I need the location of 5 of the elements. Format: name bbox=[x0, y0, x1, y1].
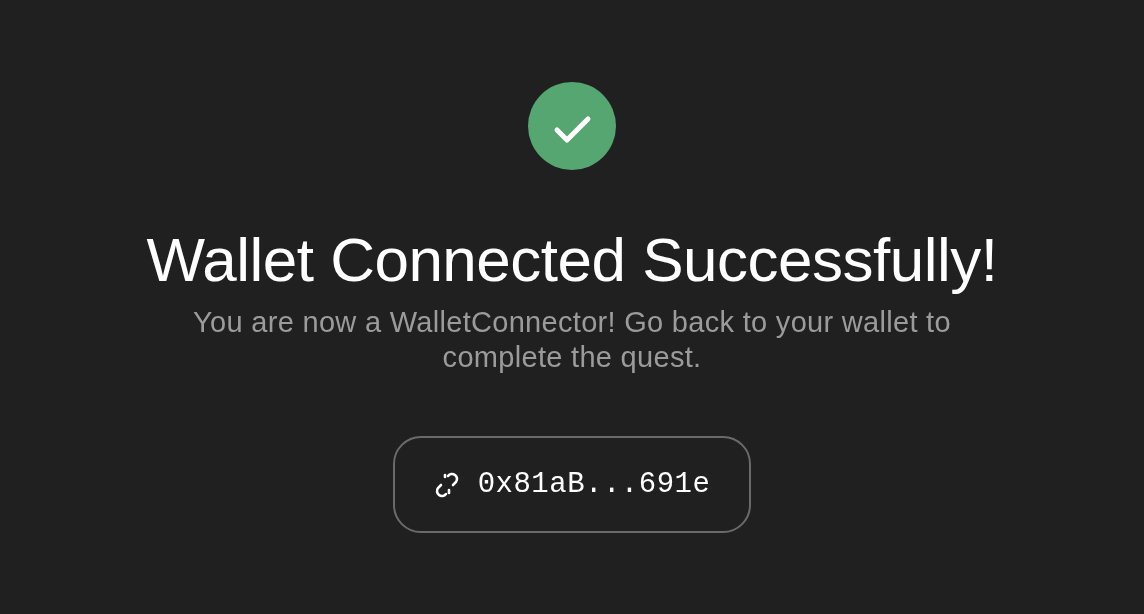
broken-link-icon bbox=[433, 471, 460, 498]
success-message: You are now a WalletConnector! Go back to your wallet to complete the quest. bbox=[192, 305, 952, 375]
page-title: Wallet Connected Successfully! bbox=[146, 226, 998, 294]
wallet-address-button[interactable]: 0x81aB...691e bbox=[393, 436, 751, 533]
checkmark-icon bbox=[528, 82, 616, 170]
